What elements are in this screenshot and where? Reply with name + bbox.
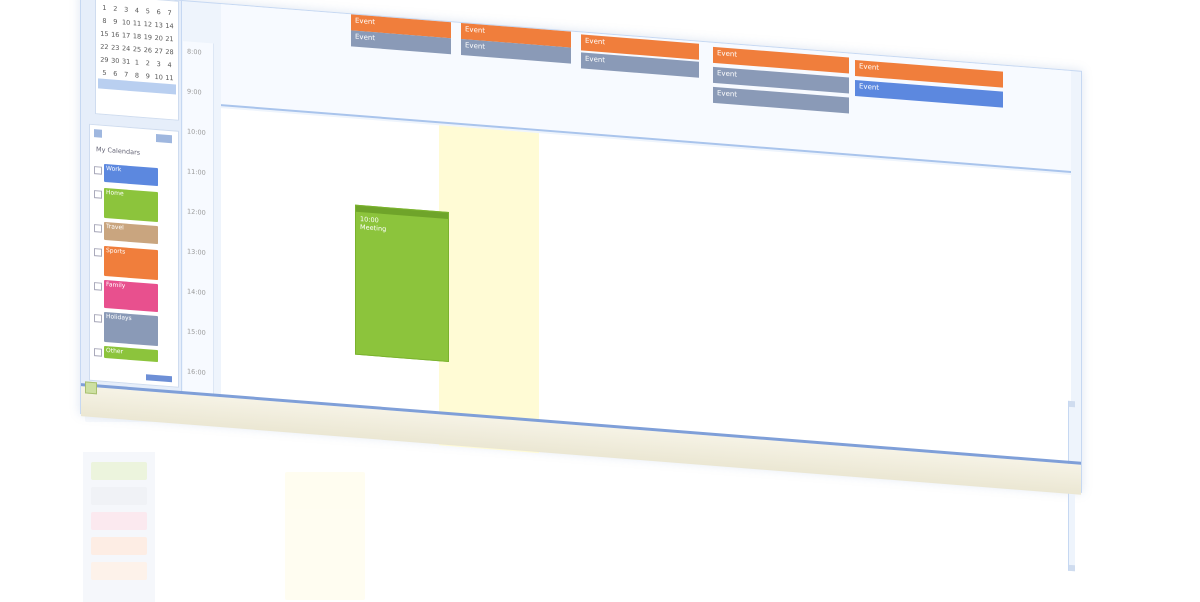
mini-calendar-day[interactable]: 31 xyxy=(121,57,132,66)
today-column xyxy=(439,125,539,454)
mini-calendar-day[interactable]: 2 xyxy=(142,59,153,68)
calendar-item[interactable]: Work xyxy=(104,163,158,187)
mini-calendar-day[interactable]: 19 xyxy=(142,33,153,42)
reflection-today xyxy=(285,472,365,600)
mini-calendar-day[interactable]: 23 xyxy=(110,43,121,52)
mini-calendar-day[interactable]: 7 xyxy=(121,70,132,79)
hours-gutter: 8:00 9:00 10:00 11:00 12:00 13:00 14:00 15:00 16… xyxy=(183,41,214,417)
mini-calendar-day[interactable]: 6 xyxy=(110,69,121,78)
mini-calendar-day[interactable]: 3 xyxy=(153,60,164,69)
mini-calendar-day[interactable]: 15 xyxy=(99,29,110,39)
hour-label: 9:00 xyxy=(187,87,202,97)
reflection-block xyxy=(91,512,147,530)
mini-calendar-day[interactable]: 12 xyxy=(142,20,153,29)
mini-calendar-day[interactable]: 13 xyxy=(153,21,164,30)
mini-calendar-day[interactable]: 3 xyxy=(121,5,132,14)
more-calendars-link[interactable] xyxy=(146,374,172,383)
calendar-checkbox[interactable] xyxy=(94,224,102,233)
mini-calendar-day[interactable]: 17 xyxy=(121,31,132,40)
scroll-up-icon[interactable] xyxy=(1069,400,1075,408)
sidebar: 1 2 3 4 5 6 7 8 9 10 11 12 13 14 15 16 17 18 19 20 21 22 23 24 2… xyxy=(81,0,182,402)
reflection-block xyxy=(91,462,147,480)
hour-label: 16:00 xyxy=(187,367,206,377)
calendar-window: 1 2 3 4 5 6 7 8 9 10 11 12 13 14 15 16 17 18 19 20 21 22 23 24 2… xyxy=(80,0,1082,572)
mini-calendar-day[interactable]: 8 xyxy=(132,71,143,80)
mini-calendar-day[interactable]: 10 xyxy=(153,73,164,82)
mini-calendar-day[interactable]: 18 xyxy=(132,32,143,41)
mini-calendar-day[interactable]: 28 xyxy=(164,48,175,57)
mini-calendar-day[interactable]: 8 xyxy=(99,16,110,25)
status-icon xyxy=(85,381,97,395)
mini-calendar[interactable]: 1 2 3 4 5 6 7 8 9 10 11 12 13 14 15 16 17 18 19 20 21 22 23 24 2… xyxy=(95,0,179,121)
calendar-checkbox[interactable] xyxy=(94,166,102,175)
mini-calendar-day[interactable]: 1 xyxy=(132,58,143,67)
mini-calendar-day[interactable]: 27 xyxy=(153,47,164,56)
mini-calendar-day[interactable]: 10 xyxy=(121,18,132,27)
calendar-item[interactable]: Home xyxy=(104,187,158,223)
mini-calendar-day[interactable]: 11 xyxy=(164,74,175,83)
mini-calendar-day[interactable]: 9 xyxy=(142,72,153,81)
mini-calendar-day[interactable]: 9 xyxy=(110,17,121,26)
calendar-checkbox[interactable] xyxy=(94,190,102,199)
mini-calendar-grid: 1 2 3 4 5 6 7 8 9 10 11 12 13 14 15 16 17 18 19 20 21 22 23 24 2… xyxy=(99,3,175,83)
calendar-item[interactable]: Family xyxy=(104,279,158,313)
hour-label: 11:00 xyxy=(187,167,206,177)
mini-calendar-day[interactable]: 22 xyxy=(99,42,110,52)
calendar-item[interactable]: Holidays xyxy=(104,311,158,347)
reflection-block xyxy=(91,562,147,580)
calendar-item[interactable]: Sports xyxy=(104,245,158,281)
reflection-block xyxy=(91,537,147,555)
mini-calendar-day[interactable]: 24 xyxy=(121,44,132,53)
hour-label: 13:00 xyxy=(187,247,206,257)
reflection-block xyxy=(91,487,147,505)
mini-calendar-day[interactable]: 21 xyxy=(164,35,175,44)
mini-calendar-day[interactable]: 5 xyxy=(142,7,153,16)
mini-calendar-day[interactable]: 29 xyxy=(99,55,110,65)
mini-calendar-day[interactable]: 6 xyxy=(153,8,164,17)
mini-calendar-day[interactable]: 4 xyxy=(132,6,143,15)
hour-label: 10:00 xyxy=(187,127,206,137)
hour-label: 15:00 xyxy=(187,327,206,337)
scroll-down-icon[interactable] xyxy=(1069,564,1075,572)
hour-label: 12:00 xyxy=(187,207,206,217)
mini-calendar-day[interactable]: 11 xyxy=(132,19,143,28)
mini-calendar-day[interactable]: 25 xyxy=(132,45,143,54)
options-button[interactable] xyxy=(156,133,172,144)
calendar-item[interactable]: Other xyxy=(104,345,158,363)
collapse-icon[interactable] xyxy=(94,129,102,138)
timed-event[interactable]: 10:00 Meeting xyxy=(355,204,449,363)
calendar-item[interactable]: Travel xyxy=(104,221,158,245)
calendars-panel: My Calendars Work Home Travel Sports Family H… xyxy=(89,123,179,388)
calendars-label: My Calendars xyxy=(96,145,141,157)
hour-label: 14:00 xyxy=(187,287,206,297)
mini-calendar-day[interactable]: 30 xyxy=(110,56,121,65)
mini-calendar-day[interactable]: 2 xyxy=(110,4,121,13)
hour-label: 8:00 xyxy=(187,47,202,57)
calendar-checkbox[interactable] xyxy=(94,314,102,323)
mini-calendar-day[interactable]: 4 xyxy=(164,61,175,70)
mini-calendar-day[interactable]: 26 xyxy=(142,46,153,55)
mini-calendar-day[interactable]: 5 xyxy=(99,68,110,77)
mini-calendar-day[interactable]: 1 xyxy=(99,3,110,12)
calendar-checkbox[interactable] xyxy=(94,282,102,291)
mini-calendar-day[interactable]: 7 xyxy=(164,9,175,18)
calendar-checkbox[interactable] xyxy=(94,348,102,357)
mini-calendar-day[interactable]: 16 xyxy=(110,30,121,39)
calendar-checkbox[interactable] xyxy=(94,248,102,257)
mini-calendar-day[interactable]: 20 xyxy=(153,34,164,43)
mini-calendar-day[interactable]: 14 xyxy=(164,22,175,31)
